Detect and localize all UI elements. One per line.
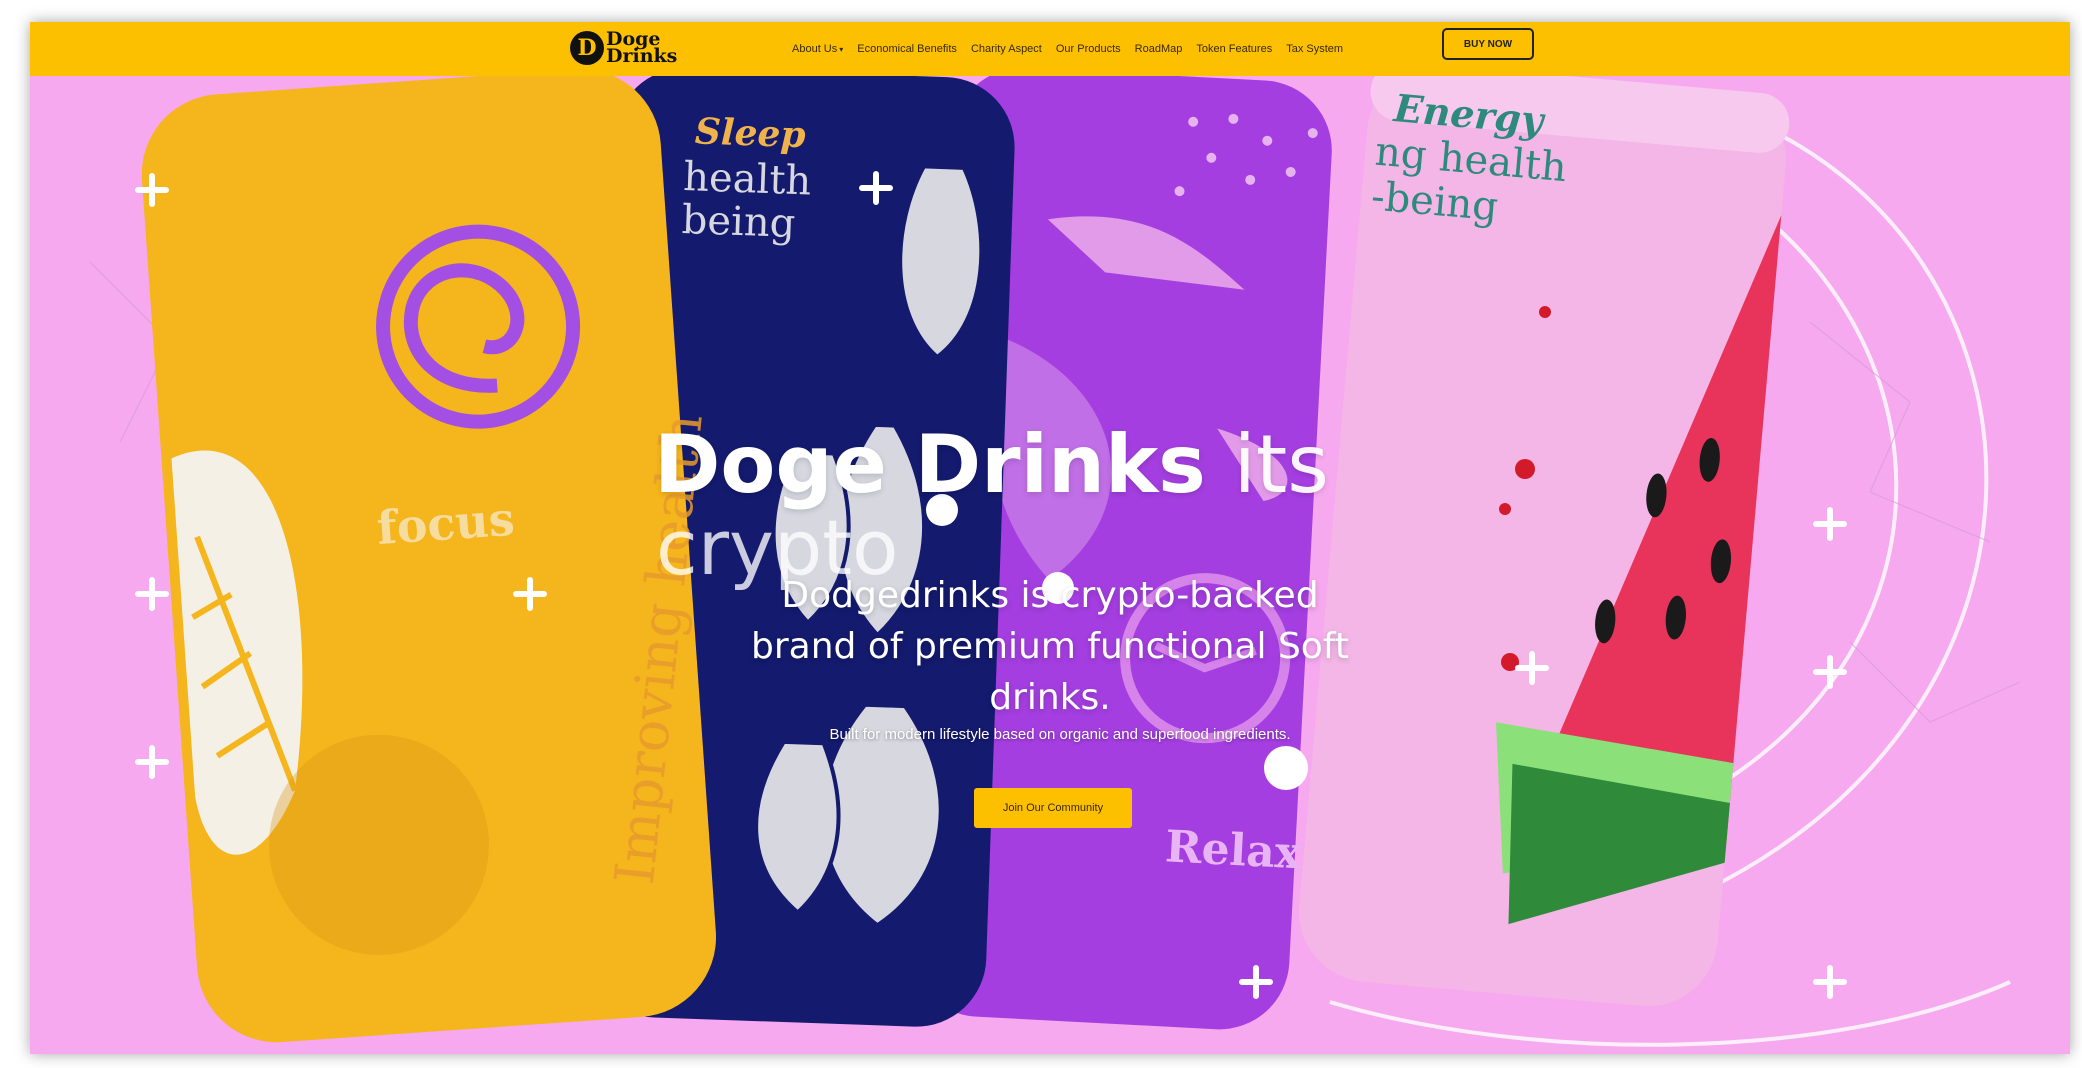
brand-logo[interactable]: D Doge Drinks — [570, 26, 677, 70]
brand-wordmark: Doge Drinks — [606, 30, 678, 67]
nav-our-products[interactable]: Our Products — [1056, 43, 1121, 55]
top-navbar: D Doge Drinks About Us ▾ Economical Benef… — [30, 22, 2070, 76]
nav-about-us[interactable]: About Us ▾ — [792, 43, 843, 55]
hero-title-thin: its — [1233, 418, 1329, 511]
nav-token-features[interactable]: Token Features — [1196, 43, 1272, 55]
hero-description: Built for modern lifestyle based on orga… — [829, 726, 1291, 743]
hero-subtitle: Dodgedrinks is crypto-backed brand of pr… — [751, 575, 1349, 718]
join-community-button[interactable]: Join Our Community — [974, 788, 1132, 828]
svg-text:Sleep: Sleep — [694, 110, 806, 156]
svg-text:focus: focus — [375, 492, 516, 555]
svg-text:being: being — [681, 197, 796, 247]
main-nav: About Us ▾ Economical Benefits Charity As… — [792, 22, 1343, 76]
nav-charity-aspect[interactable]: Charity Aspect — [971, 43, 1042, 55]
hero-title-bold: Doge Drinks — [654, 418, 1206, 511]
can-energy: Energy ng health -being — [1299, 61, 1790, 1007]
chevron-down-icon: ▾ — [839, 45, 844, 54]
brand-line-2: Drinks — [606, 45, 678, 67]
svg-text:Relax: Relax — [1164, 821, 1303, 879]
nav-roadmap[interactable]: RoadMap — [1135, 43, 1183, 55]
hero-title: Doge Drinks its — [654, 418, 1329, 512]
nav-economical-benefits[interactable]: Economical Benefits — [857, 43, 957, 55]
dog-logo-icon: D — [570, 31, 604, 65]
hero-cans-illustration: Energy ng health -being Relax Sleep heal… — [89, 61, 2021, 1047]
page-frame: Energy ng health -being Relax Sleep heal… — [30, 22, 2070, 1054]
buy-now-button[interactable]: BUY NOW — [1442, 28, 1534, 60]
nav-tax-system[interactable]: Tax System — [1286, 43, 1343, 55]
